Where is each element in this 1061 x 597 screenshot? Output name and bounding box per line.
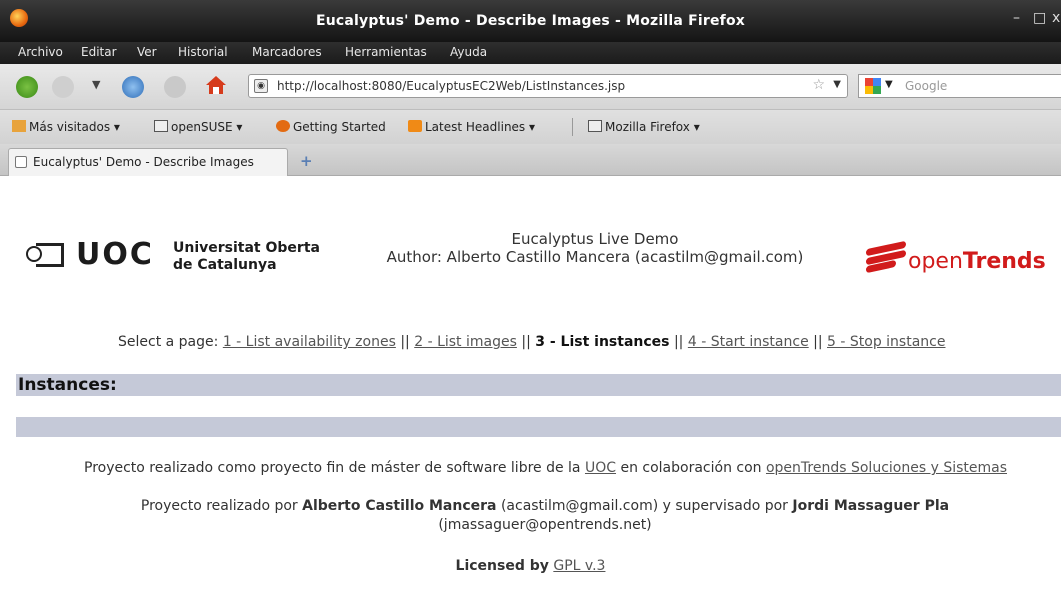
menu-ver[interactable]: Ver xyxy=(137,45,157,59)
maximize-button[interactable]: □ xyxy=(1033,10,1046,26)
menu-marcadores[interactable]: Marcadores xyxy=(252,45,322,59)
search-engine-dropdown-icon[interactable]: ▼ xyxy=(885,79,893,90)
folder-icon xyxy=(588,120,602,132)
link-list-availability-zones[interactable]: 1 - List availability zones xyxy=(223,334,396,350)
page-icon xyxy=(15,156,27,168)
link-list-images[interactable]: 2 - List images xyxy=(414,334,517,350)
url-bar[interactable]: ◉ http://localhost:8080/EucalyptusEC2Web… xyxy=(248,74,848,98)
uoc-mark xyxy=(26,243,66,269)
home-icon[interactable] xyxy=(205,74,227,96)
current-page: 3 - List instances xyxy=(535,334,670,350)
folder-icon xyxy=(154,120,168,132)
footer-project-line: Proyecto realizado como proyecto fin de … xyxy=(84,460,1007,476)
bookmark-star-icon[interactable]: ☆ xyxy=(812,77,825,93)
tab-bar: Eucalyptus' Demo - Describe Images + xyxy=(0,144,1061,176)
menu-herramientas[interactable]: Herramientas xyxy=(345,45,427,59)
footer-license: Licensed by GPL v.3 xyxy=(455,558,606,574)
back-icon[interactable] xyxy=(16,76,38,98)
firefox-icon xyxy=(276,120,290,132)
menu-bar: Archivo Editar Ver Historial Marcadores … xyxy=(0,42,1061,64)
uoc-link[interactable]: UOC xyxy=(585,460,616,476)
bookmark-mozilla-firefox[interactable]: Mozilla Firefox ▾ xyxy=(588,120,700,134)
bookmark-opensuse[interactable]: openSUSE ▾ xyxy=(154,120,242,134)
search-engine-icon[interactable] xyxy=(865,78,881,94)
search-box[interactable]: ▼ Google xyxy=(858,74,1061,98)
uoc-name: Universitat Oberta de Catalunya xyxy=(173,240,320,273)
section-title: Instances: xyxy=(16,374,1061,396)
tab-current[interactable]: Eucalyptus' Demo - Describe Images xyxy=(8,148,288,176)
uoc-logo: UOC Universitat Oberta de Catalunya xyxy=(26,237,356,277)
reload-icon[interactable] xyxy=(122,76,144,98)
demo-title: Eucalyptus Live Demo xyxy=(511,230,679,248)
close-button[interactable]: x xyxy=(1052,10,1060,26)
url-text: http://localhost:8080/EucalyptusEC2Web/L… xyxy=(277,79,626,93)
link-stop-instance[interactable]: 5 - Stop instance xyxy=(827,334,945,350)
author-line: Author: Alberto Castillo Mancera (acasti… xyxy=(386,248,804,266)
menu-historial[interactable]: Historial xyxy=(178,45,228,59)
opentrends-link[interactable]: openTrends Soluciones y Sistemas xyxy=(766,460,1007,476)
uoc-letters: UOC xyxy=(76,237,154,272)
header-info: Eucalyptus Live Demo Author: Alberto Cas… xyxy=(350,230,840,266)
opentrends-logo: openTrends xyxy=(866,239,1061,279)
new-tab-button[interactable]: + xyxy=(300,152,313,170)
stop-icon[interactable] xyxy=(164,76,186,98)
bookmarks-toolbar: Más visitados ▾ openSUSE ▾ Getting Start… xyxy=(0,110,1061,144)
window-titlebar: Eucalyptus' Demo - Describe Images - Moz… xyxy=(0,0,1061,42)
url-dropdown-icon[interactable]: ▼ xyxy=(833,79,841,90)
footer-authors: Proyecto realizado por Alberto Castillo … xyxy=(140,498,950,533)
site-identity-icon[interactable]: ◉ xyxy=(254,79,268,93)
bookmark-getting-started[interactable]: Getting Started xyxy=(276,120,386,134)
history-dropdown-icon[interactable]: ▼ xyxy=(92,78,100,91)
separator xyxy=(572,118,573,136)
menu-editar[interactable]: Editar xyxy=(81,45,117,59)
instances-table-bar xyxy=(16,417,1061,437)
opentrends-wordmark: openTrends xyxy=(908,249,1046,274)
tab-label: Eucalyptus' Demo - Describe Images xyxy=(33,155,254,169)
rss-icon xyxy=(408,120,422,132)
link-start-instance[interactable]: 4 - Start instance xyxy=(688,334,809,350)
minimize-button[interactable]: – xyxy=(1013,10,1020,26)
window-title: Eucalyptus' Demo - Describe Images - Moz… xyxy=(315,13,746,29)
license-link[interactable]: GPL v.3 xyxy=(553,558,605,574)
forward-icon[interactable] xyxy=(52,76,74,98)
folder-icon xyxy=(12,120,26,132)
bookmark-latest-headlines[interactable]: Latest Headlines ▾ xyxy=(408,120,535,134)
menu-archivo[interactable]: Archivo xyxy=(18,45,63,59)
page-selector: Select a page: 1 - List availability zon… xyxy=(118,334,946,350)
opentrends-swoosh xyxy=(866,240,906,274)
bookmark-mas-visitados[interactable]: Más visitados ▾ xyxy=(12,120,120,134)
menu-ayuda[interactable]: Ayuda xyxy=(450,45,487,59)
search-placeholder: Google xyxy=(905,79,948,93)
page-content: UOC Universitat Oberta de Catalunya Euca… xyxy=(0,177,1061,597)
